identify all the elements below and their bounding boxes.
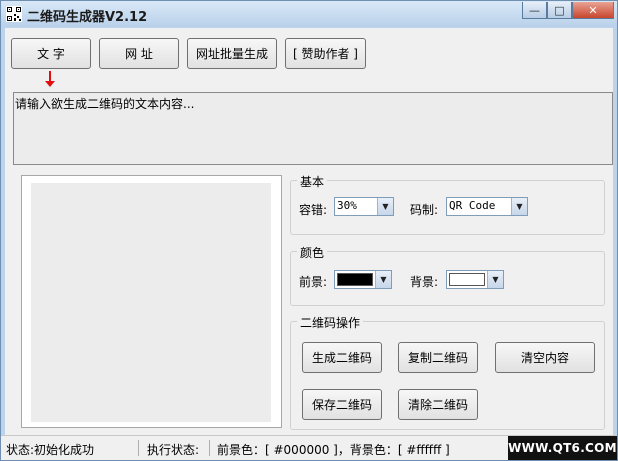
batch-url-button[interactable]: 网址批量生成 [187,38,277,69]
red-arrow-head [45,81,55,87]
status-bar: 状态:初始化成功 执行状态: 前景色：[ #000000 ]，背景色：[ #ff… [1,435,617,460]
chevron-down-icon[interactable]: ▼ [487,271,503,288]
site-watermark: WWW.QT6.COM [508,436,617,460]
text-mode-button[interactable]: 文 字 [11,38,91,69]
maximize-button[interactable]: □ [547,2,572,19]
clear-content-button[interactable]: 清空内容 [495,342,595,373]
error-correction-select[interactable]: 30% ▼ [334,197,394,216]
background-swatch [449,273,485,286]
chevron-down-icon[interactable]: ▼ [377,198,393,215]
qr-canvas [31,183,271,422]
save-qr-button[interactable]: 保存二维码 [302,389,382,420]
window-controls: — □ ✕ [522,2,614,19]
main-panel: 文 字 网 址 网址批量生成 [ 赞助作者 ] 请输入欲生成二维码的文本内容..… [5,28,613,435]
status-separator [209,440,210,456]
remove-qr-button[interactable]: 清除二维码 [398,389,478,420]
status-separator [138,440,139,456]
code-type-label: 码制: [410,203,439,217]
minimize-button[interactable]: — [522,2,547,19]
donate-button[interactable]: [ 赞助作者 ] [285,38,366,69]
qr-app-icon [6,6,22,22]
basic-group: 基本 容错: 30% ▼ 码制: QR Code ▼ [290,173,605,235]
chevron-down-icon[interactable]: ▼ [375,271,391,288]
operations-group: 二维码操作 生成二维码 复制二维码 清空内容 保存二维码 清除二维码 [290,314,605,430]
generate-qr-button[interactable]: 生成二维码 [302,342,382,373]
background-color-picker[interactable]: ▼ [446,270,504,289]
foreground-swatch [337,273,373,286]
foreground-label: 前景: [299,275,328,289]
content-input[interactable]: 请输入欲生成二维码的文本内容... [13,92,613,165]
code-type-value: QR Code [449,199,496,212]
close-button[interactable]: ✕ [572,2,614,19]
basic-group-label: 基本 [297,173,328,190]
app-window: 二维码生成器V2.12 — □ ✕ 文 字 网 址 网址批量生成 [ 赞助作者 … [0,0,618,461]
operations-group-label: 二维码操作 [297,314,364,331]
exec-status-text: 执行状态: [147,443,200,457]
copy-qr-button[interactable]: 复制二维码 [398,342,478,373]
error-correction-value: 30% [337,199,357,212]
url-mode-button[interactable]: 网 址 [99,38,179,69]
qr-preview [21,175,282,428]
background-label: 背景: [410,275,439,289]
window-title: 二维码生成器V2.12 [27,10,148,25]
chevron-down-icon[interactable]: ▼ [511,198,527,215]
title-bar[interactable]: 二维码生成器V2.12 — □ ✕ [1,1,617,27]
colors-group: 颜色 前景: ▼ 背景: ▼ [290,244,605,306]
colors-group-label: 颜色 [297,244,328,261]
color-status-text: 前景色：[ #000000 ]，背景色：[ #ffffff ] [217,443,450,457]
code-type-select[interactable]: QR Code ▼ [446,197,528,216]
status-text: 状态:初始化成功 [6,443,95,457]
error-correction-label: 容错: [299,203,328,217]
foreground-color-picker[interactable]: ▼ [334,270,392,289]
